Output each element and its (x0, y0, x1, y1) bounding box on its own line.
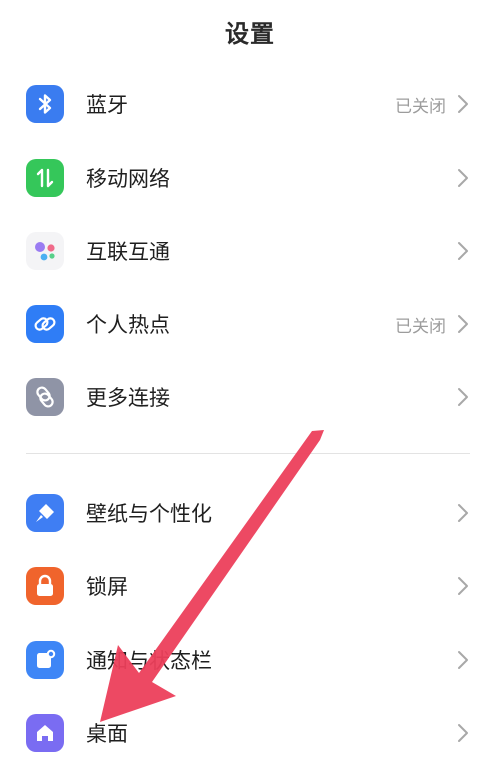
mobile-network-icon (26, 159, 64, 197)
settings-item-label: 更多连接 (86, 386, 170, 410)
chevron-right-icon (458, 315, 468, 333)
settings-item-label: 锁屏 (86, 575, 128, 599)
wallpaper-icon (26, 494, 64, 532)
chevron-right-icon (458, 169, 468, 187)
section-divider (26, 453, 470, 454)
settings-item-desktop[interactable]: 桌面 (0, 698, 500, 768)
status-text: 已关闭 (395, 96, 446, 117)
settings-item-label: 通知与状态栏 (86, 649, 212, 673)
settings-item-interconnect[interactable]: 互联互通 (0, 216, 500, 286)
settings-item-bluetooth[interactable]: 蓝牙 已关闭 (0, 69, 500, 139)
settings-item-label: 桌面 (86, 722, 128, 746)
more-connections-icon (26, 378, 64, 416)
settings-item-label: 移动网络 (86, 167, 170, 191)
status-text: 已关闭 (395, 316, 446, 337)
chevron-right-icon (458, 95, 468, 113)
chevron-right-icon (458, 724, 468, 742)
settings-item-more-connections[interactable]: 更多连接 (0, 362, 500, 432)
bluetooth-icon (26, 85, 64, 123)
interconnect-icon (26, 232, 64, 270)
chevron-right-icon (458, 242, 468, 260)
chevron-right-icon (458, 651, 468, 669)
notification-icon (26, 641, 64, 679)
settings-item-label: 个人热点 (86, 313, 170, 337)
chevron-right-icon (458, 504, 468, 522)
settings-item-notifications[interactable]: 通知与状态栏 (0, 625, 500, 695)
settings-screen: 设置 蓝牙 已关闭 移动网络 互联互通 个人热点 已关闭 更多连接 壁纸与个性化… (0, 0, 500, 771)
settings-item-label: 蓝牙 (86, 93, 128, 117)
chevron-right-icon (458, 388, 468, 406)
page-title: 设置 (225, 20, 275, 48)
settings-item-hotspot[interactable]: 个人热点 已关闭 (0, 289, 500, 359)
chevron-right-icon (458, 577, 468, 595)
hotspot-icon (26, 305, 64, 343)
settings-item-lockscreen[interactable]: 锁屏 (0, 551, 500, 621)
home-icon (26, 714, 64, 752)
settings-item-label: 壁纸与个性化 (86, 502, 212, 526)
settings-item-wallpaper[interactable]: 壁纸与个性化 (0, 478, 500, 548)
settings-item-label: 互联互通 (86, 240, 170, 264)
settings-item-mobile-network[interactable]: 移动网络 (0, 143, 500, 213)
lock-icon (26, 567, 64, 605)
